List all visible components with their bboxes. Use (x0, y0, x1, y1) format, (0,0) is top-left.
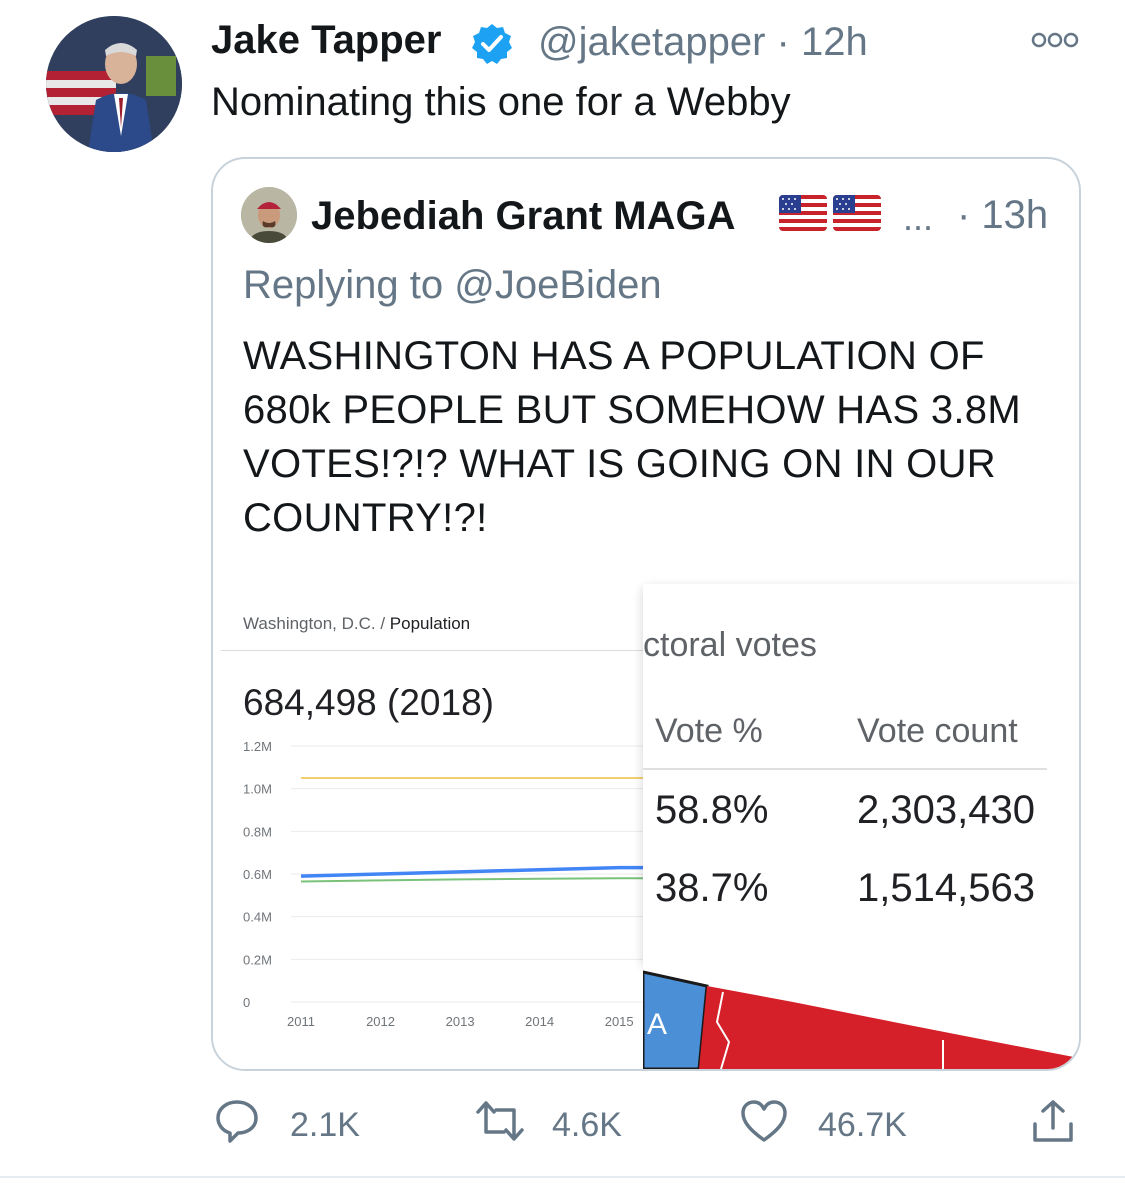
row-2-vote-percent: 38.7% (655, 866, 769, 910)
name-overflow-ellipsis: ... (903, 197, 934, 238)
header-divider (643, 768, 1047, 770)
more-options-icon[interactable] (1030, 30, 1080, 50)
verified-badge-icon (470, 22, 514, 66)
row-1-vote-count: 2,303,430 (857, 788, 1035, 832)
breadcrumb-separator: / (380, 614, 386, 633)
chart-x-tick-label: 2013 (446, 1014, 475, 1029)
chart-x-tick-label: 2011 (287, 1014, 315, 1029)
population-chart: 0 0.2M 0.4M 0.6M 0.8M 1.0M 1.2M 2011 2012 2013 201… (243, 739, 651, 1029)
breadcrumb-topic: Population (389, 614, 471, 633)
quoted-tweet-text: WASHINGTON HAS A POPULATION OF 680k PEOP… (243, 334, 1021, 540)
quoted-author-name[interactable]: Jebediah Grant MAGA (311, 194, 736, 239)
replying-prefix: Replying to (243, 263, 444, 307)
reply-count: 2.1K (290, 1106, 360, 1144)
chart-y-tick-label: 0.6M (243, 867, 272, 882)
quoted-tweet-image[interactable]: Washington, D.C. / Population 684,498 (2… (213, 584, 1079, 1069)
tweet-time[interactable]: 12h (801, 20, 868, 64)
reply-icon (216, 1100, 258, 1143)
quoted-tweet-time[interactable]: · 13h (957, 193, 1048, 238)
votes-card-title: ctoral votes (643, 626, 817, 664)
author-handle[interactable]: @jaketapper (538, 20, 765, 64)
chart-x-tick-label: 2015 (605, 1014, 634, 1029)
time-separator: · (776, 20, 790, 64)
divider (221, 650, 651, 651)
electoral-map-fragment: A (641, 962, 1079, 1069)
map-state-letter: A (647, 1008, 667, 1041)
retweet-icon (476, 1101, 524, 1141)
chart-x-tick-label: 2012 (366, 1014, 395, 1029)
quoted-author-avatar[interactable] (241, 187, 297, 243)
us-flag-icon (779, 195, 827, 231)
population-card: Washington, D.C. / Population 684,498 (2… (221, 588, 651, 1069)
chart-y-tick-label: 0.4M (243, 910, 272, 925)
like-count: 46.7K (818, 1106, 907, 1144)
header-vote-count: Vote count (857, 712, 1018, 750)
chart-y-tick-label: 1.0M (243, 782, 272, 797)
chart-y-tick-label: 0.8M (243, 824, 272, 839)
like-icon (741, 1100, 787, 1142)
chart-y-tick-label: 0 (243, 995, 250, 1010)
chart-x-tick-label: 2014 (525, 1014, 554, 1029)
population-breadcrumb: Washington, D.C. / Population (243, 614, 470, 634)
electoral-votes-card: ctoral votes Vote % Vote count 58.8% 2,3… (643, 584, 1079, 962)
author-avatar[interactable] (46, 16, 182, 152)
author-handle-and-time[interactable]: @jaketapper · 12h (538, 20, 868, 65)
header-vote-percent: Vote % (655, 712, 763, 750)
population-value: 684,498 (2018) (243, 682, 494, 723)
replying-to: Replying to @JoeBiden (243, 263, 662, 308)
like-button[interactable] (740, 1098, 788, 1152)
chart-series-line (300, 865, 651, 878)
retweet-count: 4.6K (552, 1106, 622, 1144)
us-flag-icon (833, 195, 881, 231)
chart-y-tick-label: 1.2M (243, 739, 272, 754)
share-icon (1033, 1100, 1073, 1142)
breadcrumb-place: Washington, D.C. (243, 614, 376, 633)
chart-series-line (300, 877, 651, 883)
tweet-divider (0, 1176, 1125, 1178)
author-name[interactable]: Jake Tapper (211, 18, 442, 63)
row-1-vote-percent: 58.8% (655, 788, 769, 832)
retweet-button[interactable] (474, 1098, 526, 1152)
chart-y-tick-label: 0.2M (243, 952, 272, 967)
replying-to-mention[interactable]: @JoeBiden (454, 263, 661, 307)
share-button[interactable] (1030, 1098, 1076, 1152)
row-2-vote-count: 1,514,563 (857, 866, 1035, 910)
quoted-tweet[interactable]: Jebediah Grant MAGA ... · 13h Replying t… (211, 157, 1081, 1071)
reply-button[interactable] (214, 1098, 260, 1152)
tweet-text: Nominating this one for a Webby (211, 80, 791, 124)
